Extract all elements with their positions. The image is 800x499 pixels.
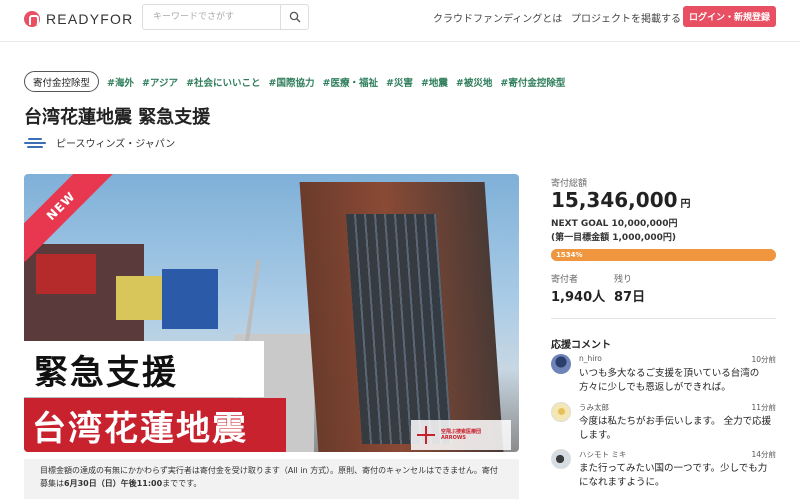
readyfor-logo-icon — [24, 11, 40, 27]
project-main-image[interactable]: NEW 緊急支援 台湾花蓮地震 空飛ぶ捜索医療団 ARROWS — [24, 174, 519, 452]
first-goal: (第一目標金額 1,000,000円) — [551, 233, 677, 243]
comment-author: うみ太郎 — [579, 403, 609, 412]
banner-emergency: 緊急支援 — [24, 341, 264, 397]
comment-author: ハシモト ミキ — [579, 450, 627, 459]
total-amount-value: 15,346,000 — [551, 188, 678, 212]
project-type-badge[interactable]: 寄付金控除型 — [24, 71, 100, 92]
progress-bar-fill — [551, 249, 776, 261]
avatar — [551, 354, 571, 374]
notice-deadline: 6月30日（日）午後11:00 — [64, 478, 163, 488]
nav-post-project-link[interactable]: プロジェクトを掲載する — [571, 10, 681, 25]
login-signup-button[interactable]: ログイン・新規登録 — [683, 6, 776, 27]
new-ribbon-label: NEW — [43, 188, 79, 224]
remaining-label: 残り — [614, 275, 633, 285]
comment-time: 14分前 — [751, 450, 776, 459]
comment-text: また行ってみたい国の一つです。少しでも力になれますように。 — [579, 463, 768, 488]
arrows-logo-line2: ARROWS — [441, 435, 466, 441]
tag-link[interactable]: #被災地 — [456, 75, 492, 89]
search-icon — [289, 11, 300, 23]
tag-list: #海外 #アジア #社会にいいこと #国際協力 #医療・福祉 #災害 #地震 #… — [107, 75, 565, 89]
banner-earthquake: 台湾花蓮地震 — [24, 398, 286, 452]
shop-sign — [36, 254, 96, 294]
remaining-days: 87日 — [614, 290, 646, 305]
supporters-label: 寄付者 — [551, 275, 579, 285]
shop-sign — [162, 269, 218, 329]
tag-link[interactable]: #海外 — [107, 75, 134, 89]
divider — [551, 318, 776, 319]
search-box — [142, 4, 309, 30]
search-input[interactable] — [143, 5, 280, 29]
tag-link[interactable]: #医療・福祉 — [323, 75, 378, 89]
site-header: READYFOR クラウドファンディングとは プロジェクトを掲載する ログイン・… — [0, 0, 800, 42]
organization[interactable]: ピースウィンズ・ジャパン — [24, 135, 175, 150]
progress-percent: 1534% — [556, 251, 583, 259]
project-title: 台湾花蓮地震 緊急支援 — [24, 107, 211, 128]
tag-link[interactable]: #災害 — [386, 75, 413, 89]
supporters-count: 1,940人 — [551, 290, 606, 305]
tag-link[interactable]: #国際協力 — [269, 75, 315, 89]
nav-crowdfunding-link[interactable]: クラウドファンディングとは — [433, 10, 562, 25]
notice-text-end: までです。 — [162, 478, 202, 488]
total-amount: 15,346,000 円 — [551, 188, 691, 212]
tag-link[interactable]: #アジア — [142, 75, 178, 89]
arrows-logo: 空飛ぶ捜索医療団 ARROWS — [411, 420, 511, 450]
comment-author: n_hiro — [579, 354, 602, 363]
avatar — [551, 449, 571, 469]
organization-logo-icon — [24, 137, 46, 149]
currency-unit: 円 — [680, 199, 691, 210]
donation-notice: 目標金額の達成の有無にかかわらず実行者は寄付金を受け取ります（All in 方式… — [24, 459, 519, 499]
tag-link[interactable]: #地震 — [421, 75, 448, 89]
arrows-cross-icon — [417, 426, 435, 444]
avatar — [551, 402, 571, 422]
comment-time: 10分前 — [751, 355, 776, 364]
tag-link[interactable]: #寄付金控除型 — [500, 75, 565, 89]
progress-bar: 1534% — [551, 249, 776, 261]
comment-time: 11分前 — [751, 403, 776, 412]
tag-link[interactable]: #社会にいいこと — [186, 75, 260, 89]
comment-text: 今度は私たちがお手伝いします。 全力で応援します。 — [579, 416, 772, 441]
comments-title: 応援コメント — [551, 340, 611, 351]
banner-earthquake-text: 台湾花蓮地震 — [32, 408, 248, 449]
logo-text: READYFOR — [46, 11, 134, 27]
banner-emergency-text: 緊急支援 — [34, 352, 178, 393]
comment-text: いつも多大なるご支援を頂いている台湾の方々に少しでも恩返しができれば。 — [579, 368, 760, 393]
organization-name: ピースウィンズ・ジャパン — [56, 139, 176, 150]
search-button[interactable] — [280, 5, 308, 29]
readyfor-logo[interactable]: READYFOR — [24, 11, 133, 27]
next-goal: NEXT GOAL 10,000,000円 — [551, 219, 678, 229]
tilted-building-glass — [345, 214, 453, 444]
shop-sign — [116, 276, 164, 320]
